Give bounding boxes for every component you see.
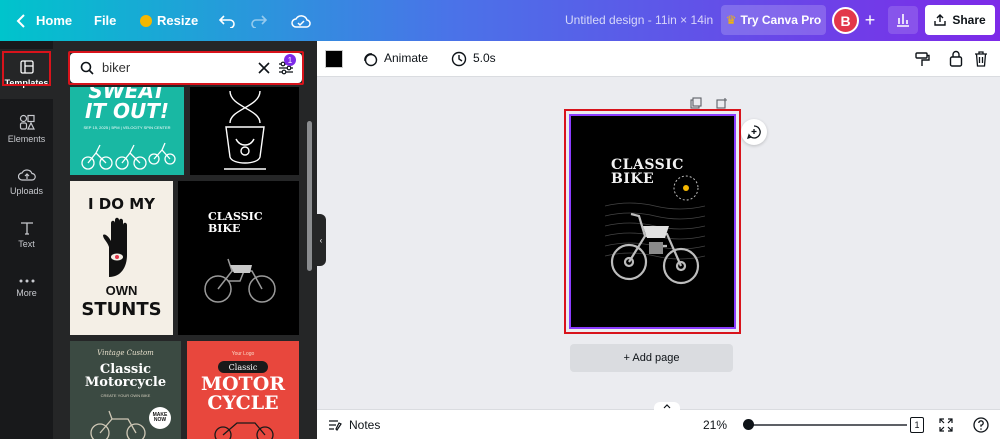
fullscreen-icon[interactable]	[939, 418, 953, 432]
template-title-line: BIKE	[208, 222, 241, 235]
text-icon	[20, 222, 33, 235]
motorcycle-illustration	[214, 422, 274, 439]
notes-icon	[329, 420, 342, 431]
try-pro-label: Try Canva Pro	[740, 13, 822, 27]
search-highlight	[68, 51, 304, 85]
insights-button[interactable]	[888, 6, 918, 34]
animate-button[interactable]: Animate	[384, 51, 428, 65]
sidebar-item-label: Uploads	[9, 186, 44, 196]
side-rail: Templates Elements Uploads Text More	[0, 41, 53, 439]
add-page-icon[interactable]	[716, 97, 728, 109]
template-meta: SEP 15, 2025 | 5PM | VELOCITY SPIN CENTE…	[83, 125, 171, 130]
sidebar-item-uploads[interactable]: Uploads	[0, 157, 53, 207]
resize-label: Resize	[157, 13, 199, 28]
motorcycle-illustration	[90, 410, 146, 439]
elements-icon	[19, 114, 35, 130]
template-card-classic-bike[interactable]: CLASSIC BIKE	[178, 181, 299, 335]
page-count-button[interactable]: 1	[910, 417, 924, 433]
help-icon[interactable]	[973, 417, 989, 433]
template-title-line: Motorcycle	[84, 375, 167, 390]
template-meta: CREATE YOUR OWN BIKE	[100, 393, 151, 398]
template-title-line: IT OUT!	[84, 99, 170, 123]
crown-icon: ♛	[725, 13, 737, 27]
template-card-classic-motorcycle[interactable]: Vintage Custom Classic Motorcycle CREATE…	[70, 341, 181, 439]
motorcycle-image[interactable]	[605, 186, 705, 291]
editor-toolbar: Animate 5.0s	[317, 41, 1000, 77]
top-bar: Home File Resize Untitled design - 11in …	[0, 0, 1000, 41]
document-title[interactable]: Untitled design - 11in × 14in	[565, 13, 713, 27]
zoom-slider-track[interactable]	[747, 424, 907, 426]
crown-icon	[140, 14, 152, 27]
duplicate-page-icon[interactable]	[690, 97, 702, 109]
panel-scrollbar[interactable]	[307, 121, 312, 271]
add-page-button[interactable]: + Add page	[570, 344, 733, 372]
paint-roller-icon[interactable]	[914, 51, 930, 67]
template-card-own-stunts[interactable]: I DO MY OWN STUNTS	[70, 181, 173, 335]
template-card-motor-cycle[interactable]: Your Logo Classic MOTOR CYCLE	[187, 341, 299, 439]
chevron-left-icon[interactable]	[10, 10, 32, 32]
canvas-title-line: CLASSIC	[611, 157, 684, 173]
template-title-line: CYCLE	[207, 392, 279, 414]
share-icon	[934, 14, 947, 26]
template-title-line: STUNTS	[81, 299, 162, 320]
trash-icon[interactable]	[974, 50, 988, 67]
chevron-up-icon	[663, 404, 671, 409]
template-card-sweat-it-out[interactable]: SWEAT IT OUT! SEP 15, 2025 | 5PM | VELOC…	[70, 87, 184, 175]
template-title: SWEAT IT OUT!	[70, 87, 184, 121]
home-button[interactable]: Home	[36, 0, 72, 41]
avatar[interactable]: B	[832, 7, 859, 34]
design-page[interactable]: CLASSIC BIKE	[569, 114, 736, 329]
template-subtitle: Vintage Custom	[97, 349, 154, 357]
uploads-icon	[17, 169, 36, 181]
make-now-badge: MAKE NOW	[149, 407, 171, 429]
animate-icon	[364, 53, 378, 67]
templates-highlight	[2, 51, 51, 86]
zoom-level[interactable]: 21%	[703, 418, 727, 432]
template-title: MOTOR CYCLE	[187, 375, 299, 413]
notes-button[interactable]: Notes	[349, 418, 380, 432]
template-title-line: I DO MY	[87, 195, 156, 213]
hourglass-illustration	[224, 90, 266, 170]
comment-icon	[747, 125, 761, 139]
template-pill: Classic	[218, 361, 268, 373]
share-label: Share	[952, 13, 986, 27]
collapse-panel-button[interactable]: ‹	[316, 214, 326, 266]
cloud-save-icon[interactable]	[290, 10, 312, 32]
resize-button[interactable]: Resize	[140, 0, 198, 41]
sidebar-item-label: More	[16, 288, 37, 298]
sidebar-item-label: Elements	[7, 134, 46, 144]
template-title: CLASSIC BIKE	[208, 211, 263, 235]
color-swatch[interactable]	[325, 50, 343, 68]
selected-page[interactable]: CLASSIC BIKE	[564, 109, 741, 334]
undo-icon[interactable]	[216, 10, 238, 32]
cyclists-illustration	[81, 142, 176, 170]
show-pages-toggle[interactable]	[654, 402, 680, 411]
file-menu[interactable]: File	[94, 0, 116, 41]
motorcycle-illustration	[204, 258, 276, 303]
more-icon	[19, 279, 34, 283]
bar-chart-icon	[897, 14, 909, 27]
template-title-line: OWN	[105, 283, 138, 298]
redo-icon[interactable]	[248, 10, 270, 32]
sidebar-item-elements[interactable]: Elements	[0, 104, 53, 154]
sidebar-item-text[interactable]: Text	[0, 210, 53, 260]
template-logo-text: Your Logo	[231, 351, 255, 357]
lock-icon[interactable]	[949, 50, 963, 67]
hand-eye-illustration	[103, 217, 127, 277]
template-title: Classic Motorcycle	[70, 363, 181, 389]
add-comment-button[interactable]	[741, 119, 767, 145]
bottom-bar: Notes 21% 1	[317, 402, 1000, 439]
add-collaborator-icon[interactable]: +	[860, 10, 880, 30]
template-card-hourglass[interactable]	[190, 87, 299, 175]
share-button[interactable]: Share	[925, 5, 995, 35]
sidebar-item-more[interactable]: More	[0, 263, 53, 313]
sidebar-item-label: Text	[18, 239, 35, 249]
duration-button[interactable]: 5.0s	[473, 51, 496, 65]
clock-icon	[451, 51, 467, 67]
templates-panel: SWEAT IT OUT! SEP 15, 2025 | 5PM | VELOC…	[53, 41, 317, 439]
zoom-slider-knob[interactable]	[743, 419, 754, 430]
try-canva-pro-button[interactable]: ♛ Try Canva Pro	[721, 5, 826, 35]
